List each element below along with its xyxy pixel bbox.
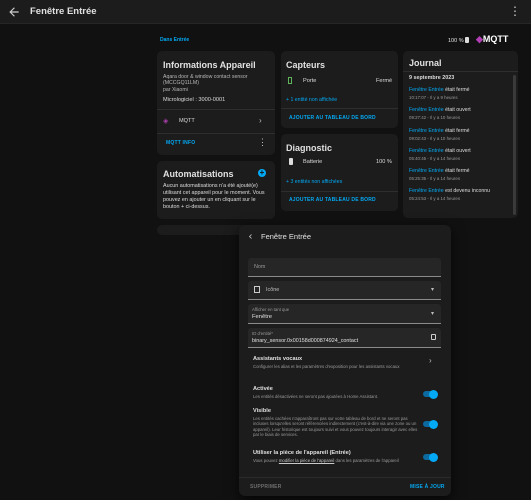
mqtt-logo: ◆MQTT <box>476 34 509 44</box>
add-automation-icon[interactable]: + <box>258 169 266 177</box>
window-icon <box>254 286 260 293</box>
page-title: Fenêtre Entrée <box>30 6 97 17</box>
dropdown-arrow-icon[interactable]: ▾ <box>431 286 434 293</box>
journal-entry-time: 05:25:35 - Il y a 14 heures <box>409 176 461 181</box>
back-arrow-icon[interactable] <box>7 5 21 19</box>
journal-entry-time: 10:17:07 - Il y a 9 heures <box>409 95 458 100</box>
chevron-right-icon[interactable]: › <box>429 356 432 365</box>
area-title: Utiliser la pièce de l'appareil (Entrée) <box>253 450 351 456</box>
automations-card: Automatisations + Aucun automatisations … <box>157 161 275 219</box>
diagnostic-hidden-link[interactable]: + 3 entités non affichées <box>286 179 342 185</box>
journal-entry-time: 05:24:53 - Il y a 14 heures <box>409 196 461 201</box>
modify-area-link[interactable]: modifier la pièce de l'appareil <box>279 458 335 463</box>
mqtt-integration-icon: ◈ <box>163 118 169 125</box>
journal-entry[interactable]: Fenêtre Entrée est devenu inconnu <box>409 188 490 194</box>
enabled-toggle[interactable] <box>423 389 438 399</box>
back-arrow-icon[interactable] <box>246 232 255 241</box>
update-button[interactable]: MISE À JOUR <box>410 484 445 490</box>
sensors-card: Capteurs Porte Fermé + 1 entité non affi… <box>281 51 398 128</box>
battery-icon <box>465 37 470 43</box>
name-field-placeholder: Nom <box>254 264 266 270</box>
visible-desc: Les entités cachées n'apparaîtront pas s… <box>253 416 418 438</box>
diagnostic-add-to-dashboard-button[interactable]: AJOUTER AU TABLEAU DE BORD <box>289 197 376 203</box>
icon-field-label: Icône <box>266 287 280 293</box>
mqtt-info-button[interactable]: MQTT INFO <box>166 140 195 146</box>
entity-id-field[interactable]: ID d'entité* binary_sensor.0x00158d00087… <box>248 328 441 348</box>
sensors-title: Capteurs <box>286 60 326 70</box>
sensors-add-to-dashboard-button[interactable]: AJOUTER AU TABLEAU DE BORD <box>289 115 376 121</box>
journal-entry-time: 09:02:43 - Il y a 10 heures <box>409 136 461 141</box>
journal-scrollbar[interactable] <box>513 75 516 215</box>
diagnostic-title: Diagnostic <box>286 143 333 153</box>
breadcrumb-area-link[interactable]: Dans Entrée <box>160 37 189 43</box>
enabled-title: Activée <box>253 386 273 392</box>
entity-id-label: ID d'entité* <box>252 331 273 336</box>
journal-card: Journal 9 septembre 2023 Fenêtre Entrée … <box>403 51 518 218</box>
name-field[interactable]: Nom <box>248 258 441 277</box>
device-firmware: Micrologiciel : 3000-0001 <box>163 97 226 103</box>
journal-title: Journal <box>409 58 442 68</box>
show-as-value: Fenêtre <box>252 314 272 320</box>
journal-entry[interactable]: Fenêtre Entrée était ouvert <box>409 148 471 154</box>
device-info-title: Informations Appareil <box>163 60 256 70</box>
integration-name[interactable]: MQTT <box>179 118 195 124</box>
automations-empty-text: Aucun automatisations n'a été ajouté(e) … <box>163 183 265 210</box>
diagnostic-card: Diagnostic Batterie 100 % + 3 entités no… <box>281 134 398 211</box>
journal-entry-time: 09:27:42 - Il y a 10 heures <box>409 115 461 120</box>
journal-entry[interactable]: Fenêtre Entrée était fermé <box>409 168 470 174</box>
overflow-menu-icon[interactable]: ⋮ <box>509 5 521 17</box>
sensor-row-name[interactable]: Porte <box>303 78 316 84</box>
delete-button[interactable]: SUPPRIMER <box>250 484 282 490</box>
copy-icon[interactable] <box>431 334 436 340</box>
journal-date: 9 septembre 2023 <box>409 75 455 81</box>
sensors-hidden-link[interactable]: + 1 entité non affichée <box>286 97 337 103</box>
automations-title: Automatisations <box>163 169 234 179</box>
entity-id-value: binary_sensor.0x00158d000874924_contact <box>252 338 359 344</box>
entity-settings-dialog: Fenêtre Entrée Nom Icône ▾ Afficher en t… <box>239 225 451 496</box>
top-bar: Fenêtre Entrée ⋮ <box>0 0 531 24</box>
device-info-card: Informations Appareil Aqara door & windo… <box>157 51 275 155</box>
voice-assistants-desc: Configurer les alias et les paramètres d… <box>253 364 400 369</box>
battery-sensor-icon <box>289 158 293 165</box>
icon-field[interactable]: Icône ▾ <box>248 281 441 300</box>
voice-assistants-title: Assistants vocaux <box>253 356 303 362</box>
journal-entry[interactable]: Fenêtre Entrée était fermé <box>409 87 470 93</box>
show-as-select[interactable]: Afficher en tant que Fenêtre ▾ <box>248 304 441 324</box>
area-desc: Vous pouvez modifier la pièce de l'appar… <box>253 458 399 463</box>
journal-entry[interactable]: Fenêtre Entrée était ouvert <box>409 107 471 113</box>
diagnostic-row-name[interactable]: Batterie <box>303 159 322 165</box>
enabled-desc: Les entités désactivées ne seront pas aj… <box>253 394 379 399</box>
area-toggle[interactable] <box>423 452 438 462</box>
visible-title: Visible <box>253 408 271 414</box>
visible-toggle[interactable] <box>423 419 438 429</box>
journal-entry-time: 05:40:45 - Il y a 14 heures <box>409 156 461 161</box>
chevron-right-icon[interactable]: › <box>259 116 262 125</box>
header-battery-status: 100 % <box>448 37 470 44</box>
device-menu-icon[interactable]: ⋮ <box>258 137 267 148</box>
sensor-row-state[interactable]: Fermé <box>376 78 392 84</box>
show-as-label: Afficher en tant que <box>252 307 290 312</box>
device-model: Aqara door & window contact sensor (MCCG… <box>163 74 248 86</box>
voice-assistants-row[interactable]: Assistants vocaux Configurer les alias e… <box>239 353 451 373</box>
dropdown-arrow-icon[interactable]: ▾ <box>431 310 434 317</box>
diagnostic-row-state[interactable]: 100 % <box>376 159 392 165</box>
dialog-title: Fenêtre Entrée <box>261 232 312 241</box>
journal-entry[interactable]: Fenêtre Entrée était fermé <box>409 128 470 134</box>
door-sensor-icon <box>288 77 292 84</box>
device-manufacturer: par Xiaomi <box>163 87 188 93</box>
